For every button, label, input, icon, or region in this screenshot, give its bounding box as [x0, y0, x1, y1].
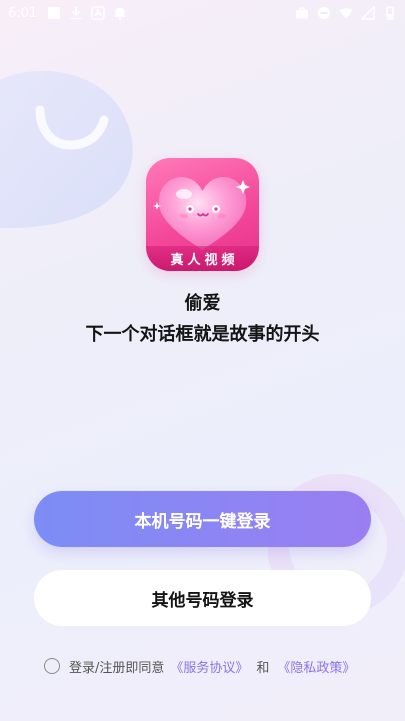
status-notification-icons	[47, 6, 127, 20]
service-agreement-link[interactable]: 《服务协议》	[170, 657, 248, 676]
download-icon	[69, 6, 83, 20]
agreement-row: 登录/注册即同意 《服务协议》 和 《隐私政策》	[44, 655, 355, 677]
status-system-icons	[295, 6, 397, 20]
app-name: 偷爱	[184, 293, 221, 314]
app-logo: 真人视频	[146, 158, 259, 271]
battery-icon	[383, 6, 397, 20]
status-bar: 6:01	[0, 0, 405, 26]
gallery-icon	[47, 6, 61, 20]
agreement-prefix: 登录/注册即同意	[69, 660, 165, 676]
notification-icon	[113, 6, 127, 20]
signal-icon	[361, 6, 375, 20]
dnd-icon	[317, 6, 331, 20]
app-tagline: 下一个对话框就是故事的开头	[85, 324, 320, 345]
briefcase-icon	[295, 6, 309, 20]
translate-icon	[91, 6, 105, 20]
background-decoration-left	[0, 70, 133, 229]
one-click-login-button[interactable]: 本机号码一键登录	[34, 491, 371, 547]
wifi-icon	[339, 6, 353, 20]
agreement-conjunction: 和	[256, 660, 270, 676]
privacy-policy-link[interactable]: 《隐私政策》	[277, 657, 355, 676]
agreement-checkbox[interactable]	[44, 658, 60, 674]
other-number-login-button[interactable]: 其他号码登录	[34, 570, 371, 626]
app-icon-badge: 真人视频	[146, 246, 259, 271]
status-time: 6:01	[8, 5, 38, 21]
